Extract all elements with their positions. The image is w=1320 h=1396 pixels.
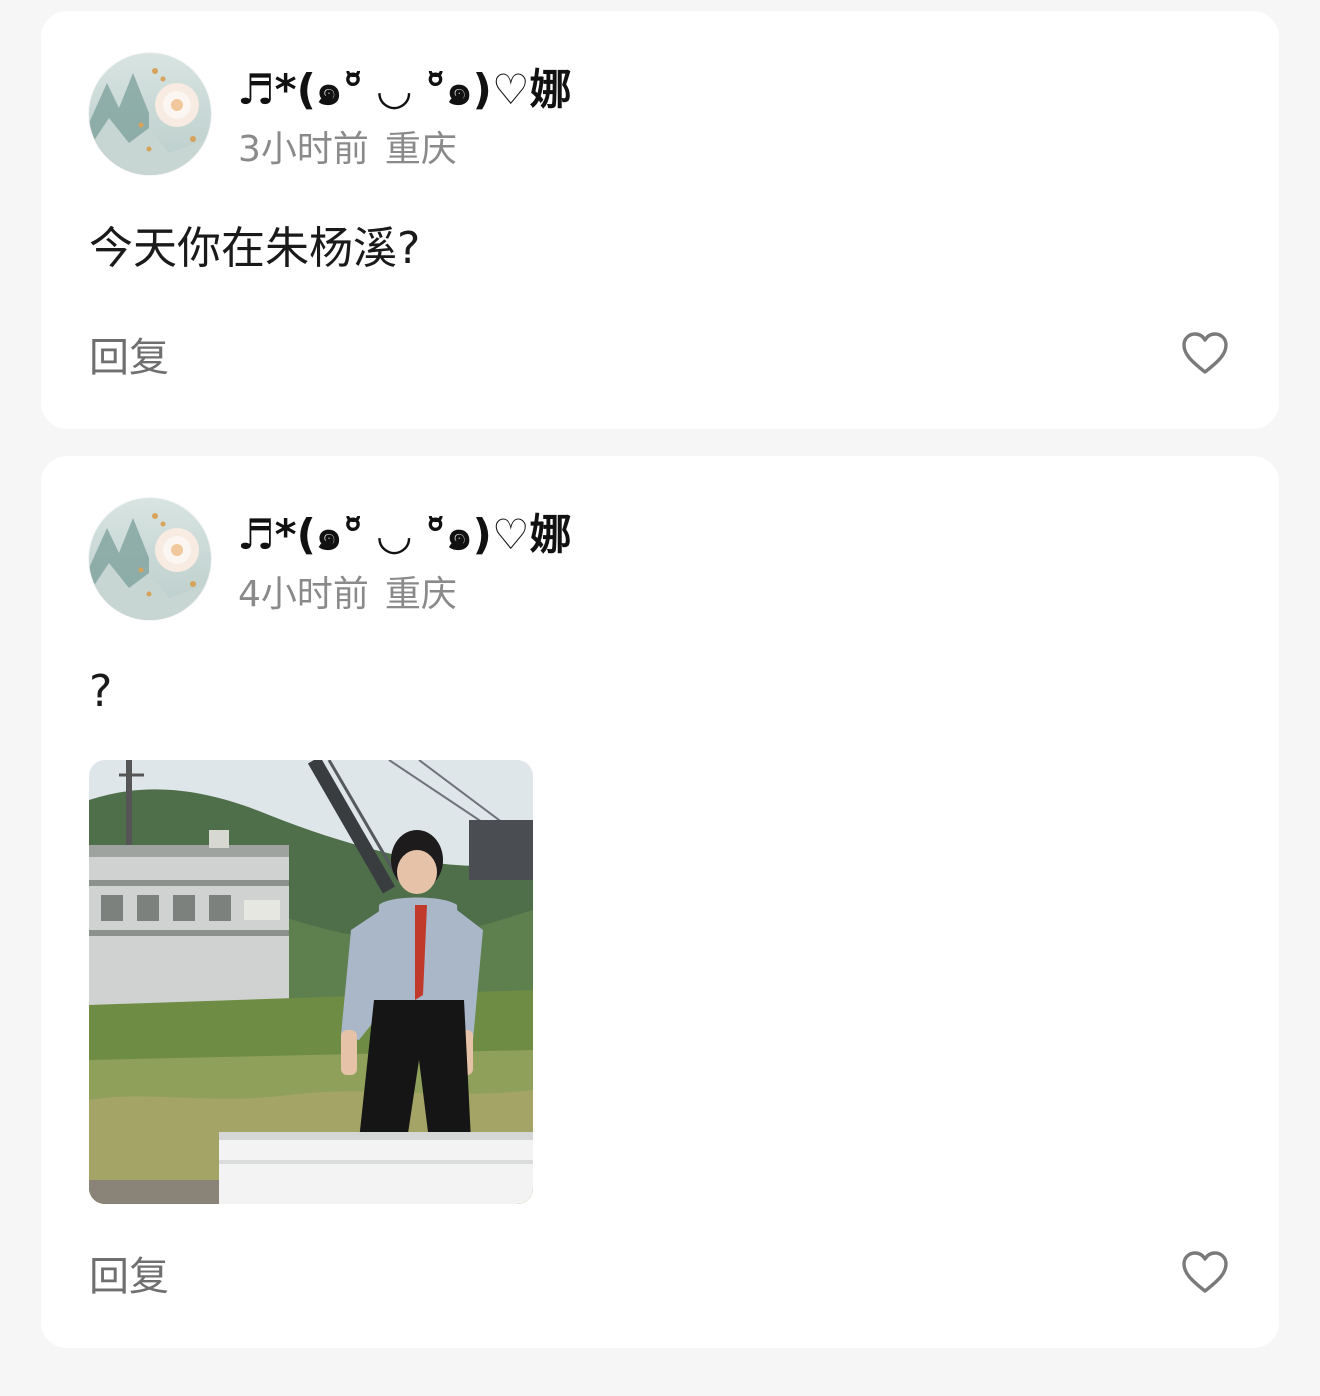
comment-photo[interactable] (89, 760, 533, 1204)
comment-time: 4小时前 (238, 574, 369, 615)
like-button[interactable] (1181, 331, 1229, 375)
reply-button[interactable]: 回复 (89, 333, 169, 383)
comment-card: ♬*(๑°̆ ◡ °̆๑)♡娜 4小时前 重庆 ? 回复 (41, 456, 1279, 1348)
comment-text: ? (89, 666, 113, 717)
avatar[interactable] (89, 498, 211, 620)
like-button[interactable] (1181, 1250, 1229, 1294)
avatar-image (89, 498, 211, 620)
reply-button[interactable]: 回复 (89, 1252, 169, 1302)
comment-text: 今天你在朱杨溪? (89, 223, 421, 274)
heart-outline-icon (1182, 1251, 1228, 1293)
username[interactable]: ♬*(๑°̆ ◡ °̆๑)♡娜 (237, 65, 572, 115)
comment-time: 3小时前 (238, 129, 369, 170)
comment-meta: 3小时前 重庆 (238, 127, 457, 173)
avatar-image (89, 53, 211, 175)
photo-image (89, 760, 533, 1204)
username[interactable]: ♬*(๑°̆ ◡ °̆๑)♡娜 (237, 510, 572, 560)
comment-location: 重庆 (384, 129, 457, 170)
heart-outline-icon (1182, 332, 1228, 374)
comment-meta: 4小时前 重庆 (238, 572, 457, 618)
avatar[interactable] (89, 53, 211, 175)
comment-card: ♬*(๑°̆ ◡ °̆๑)♡娜 3小时前 重庆 今天你在朱杨溪? 回复 (41, 11, 1279, 429)
comment-location: 重庆 (384, 574, 457, 615)
